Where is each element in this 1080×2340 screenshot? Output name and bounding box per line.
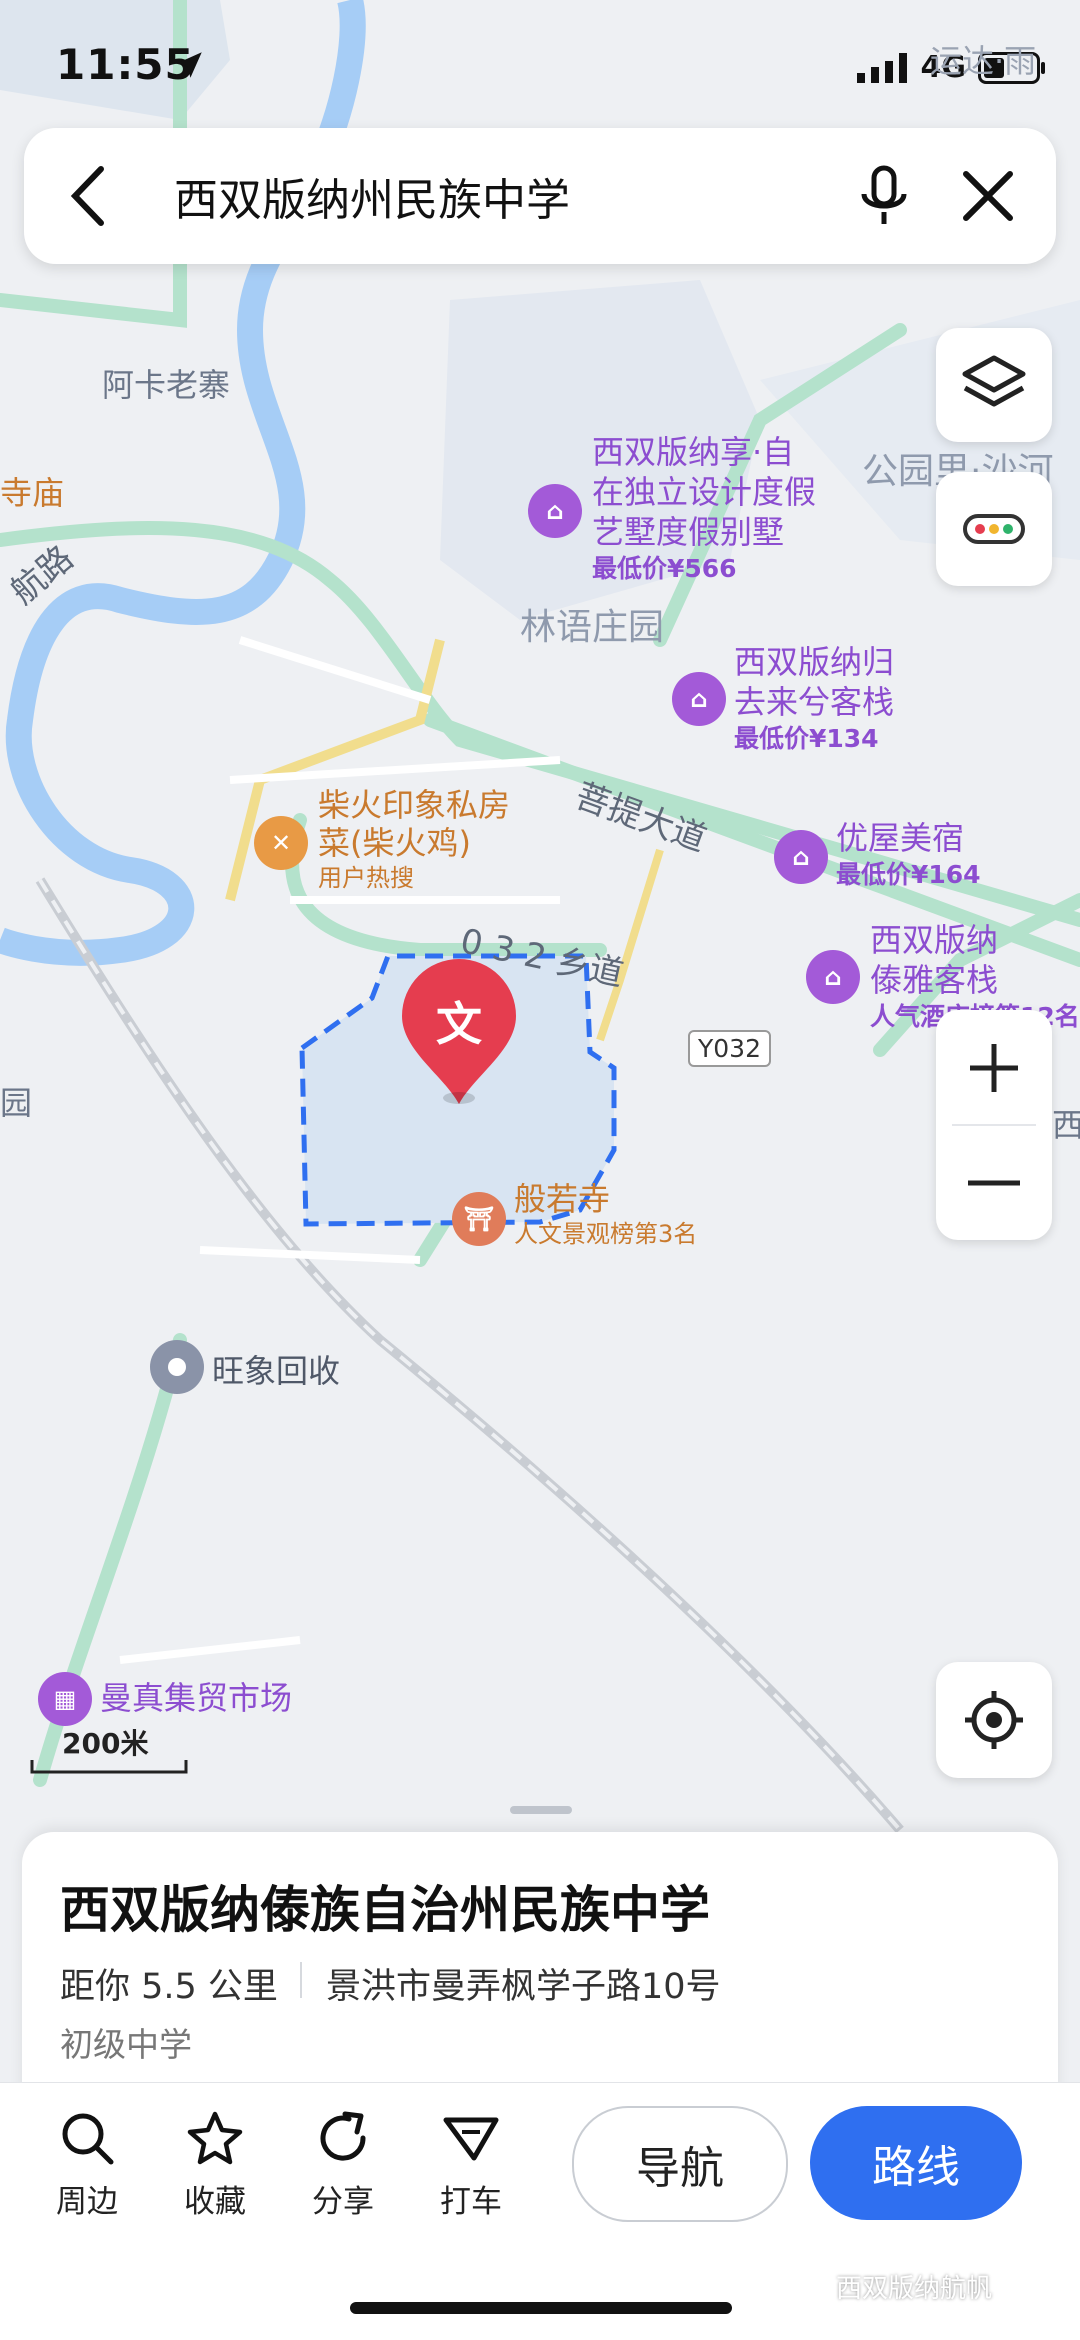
traffic-button[interactable]: [936, 472, 1052, 586]
hotel-icon[interactable]: ⌂: [528, 484, 582, 538]
poi-recycle[interactable]: 旺象回收: [212, 1346, 340, 1392]
poi-hotel-4-name-1: 西双版纳: [870, 921, 999, 959]
poi-restaurant-name-2: 菜(柴火鸡): [318, 824, 471, 862]
map-label-right-fragment: 西双: [1052, 1106, 1080, 1144]
clear-button[interactable]: [956, 162, 1020, 230]
poi-hotel-1-price: 最低价¥566: [592, 554, 737, 583]
search-icon: [62, 2113, 114, 2165]
road-badge-y032: Y032: [688, 1030, 771, 1067]
temple-icon[interactable]: ⛩: [452, 1192, 506, 1246]
layers-button[interactable]: [936, 328, 1052, 442]
map-label-park-garden: 林语庄园: [520, 607, 665, 648]
plus-icon: [970, 1043, 1018, 1092]
zoom-out-button[interactable]: [936, 1125, 1052, 1240]
poi-hotel-3-price: 最低价¥164: [836, 860, 981, 889]
microphone-icon: [861, 165, 907, 224]
traffic-icon: [963, 514, 1025, 544]
poi-market[interactable]: 曼真集贸市场: [100, 1678, 292, 1718]
hotel-icon[interactable]: ⌂: [806, 950, 860, 1004]
watermark: 西双版纳航帆: [836, 2274, 993, 2304]
chevron-left-icon: [70, 166, 104, 226]
marker-glyph: 文: [436, 997, 482, 1051]
close-icon: [963, 171, 1013, 221]
voice-button[interactable]: [852, 160, 916, 232]
home-indicator[interactable]: [350, 2302, 732, 2314]
poi-hotel-2-name-1: 西双版纳归: [734, 643, 895, 681]
sheet-drag-handle[interactable]: [510, 1806, 572, 1814]
place-title: 西双版纳傣族自治州民族中学: [60, 1881, 710, 1939]
zoom-in-button[interactable]: [936, 1010, 1052, 1125]
route-button[interactable]: 路线: [810, 2106, 1022, 2220]
taxi-label: 打车: [440, 2184, 502, 2220]
poi-hotel-1-name-2: 在独立设计度假: [592, 473, 817, 511]
poi-temple-name: 般若寺: [514, 1180, 611, 1218]
poi-restaurant-name-1: 柴火印象私房: [318, 786, 511, 824]
place-category: 初级中学: [60, 2025, 192, 2064]
signal-icon: [856, 52, 907, 83]
map-label-yuan-fragment: 园: [0, 1084, 33, 1122]
map-label-aka: 阿卡老寨: [102, 366, 231, 404]
info-divider: [300, 1962, 302, 1998]
favorite-label: 收藏: [184, 2184, 246, 2220]
poi-temple[interactable]: 般若寺 人文景观榜第3名: [514, 1180, 697, 1250]
map-label-temple-fragment: 寺庙: [0, 474, 65, 512]
poi-restaurant[interactable]: 柴火印象私房 菜(柴火鸡) 用户热搜: [318, 786, 510, 894]
market-icon[interactable]: ▦: [38, 1672, 92, 1726]
poi-hotel-4-name-2: 傣雅客栈: [870, 961, 999, 999]
back-button[interactable]: [52, 160, 122, 232]
share-icon: [320, 2111, 366, 2161]
poi-hotel-1-name-1: 西双版纳享·自: [592, 433, 795, 471]
poi-hotel-2-price: 最低价¥134: [734, 724, 879, 753]
crosshair-icon: [965, 1691, 1023, 1749]
poi-hotel-3[interactable]: 优屋美宿 最低价¥164: [836, 818, 981, 892]
taxi-icon: [443, 2117, 499, 2161]
layers-icon: [962, 355, 1026, 407]
map-label-top-right: 运达·雨: [930, 42, 1037, 80]
poi-hotel-2-name-2: 去来兮客栈: [734, 683, 895, 721]
star-icon: [187, 2111, 243, 2165]
locate-button[interactable]: [936, 1662, 1052, 1778]
scale-label: 200米: [62, 1727, 149, 1760]
poi-hotel-1-name-3: 艺墅度假别墅: [592, 513, 785, 551]
poi-hotel-1[interactable]: 西双版纳享·自 在独立设计度假 艺墅度假别墅 最低价¥566: [592, 432, 816, 586]
nearby-button[interactable]: 周边: [42, 2110, 132, 2221]
location-arrow-icon: [176, 52, 202, 78]
poi-hotel-2[interactable]: 西双版纳归 去来兮客栈 最低价¥134: [734, 642, 894, 756]
place-address: 景洪市曼弄枫学子路10号: [326, 1967, 721, 2007]
share-button[interactable]: 分享: [298, 2110, 388, 2221]
minus-icon: [968, 1180, 1020, 1185]
share-label: 分享: [312, 2184, 374, 2220]
location-icon[interactable]: [150, 1340, 204, 1394]
hotel-icon[interactable]: ⌂: [774, 830, 828, 884]
place-distance: 距你 5.5 公里: [60, 1967, 278, 2007]
poi-temple-rank: 人文景观榜第3名: [514, 1220, 698, 1248]
search-query[interactable]: 西双版纳州民族中学: [174, 164, 1056, 228]
poi-hotel-3-name-1: 优屋美宿: [836, 819, 965, 857]
nearby-label: 周边: [56, 2184, 118, 2220]
taxi-button[interactable]: 打车: [426, 2110, 516, 2221]
zoom-controls: [936, 1010, 1052, 1240]
favorite-button[interactable]: 收藏: [170, 2110, 260, 2221]
poi-restaurant-tag: 用户热搜: [318, 864, 414, 892]
navigate-button[interactable]: 导航: [572, 2106, 788, 2222]
restaurant-icon[interactable]: ✕: [254, 816, 308, 870]
hotel-icon[interactable]: ⌂: [672, 672, 726, 726]
